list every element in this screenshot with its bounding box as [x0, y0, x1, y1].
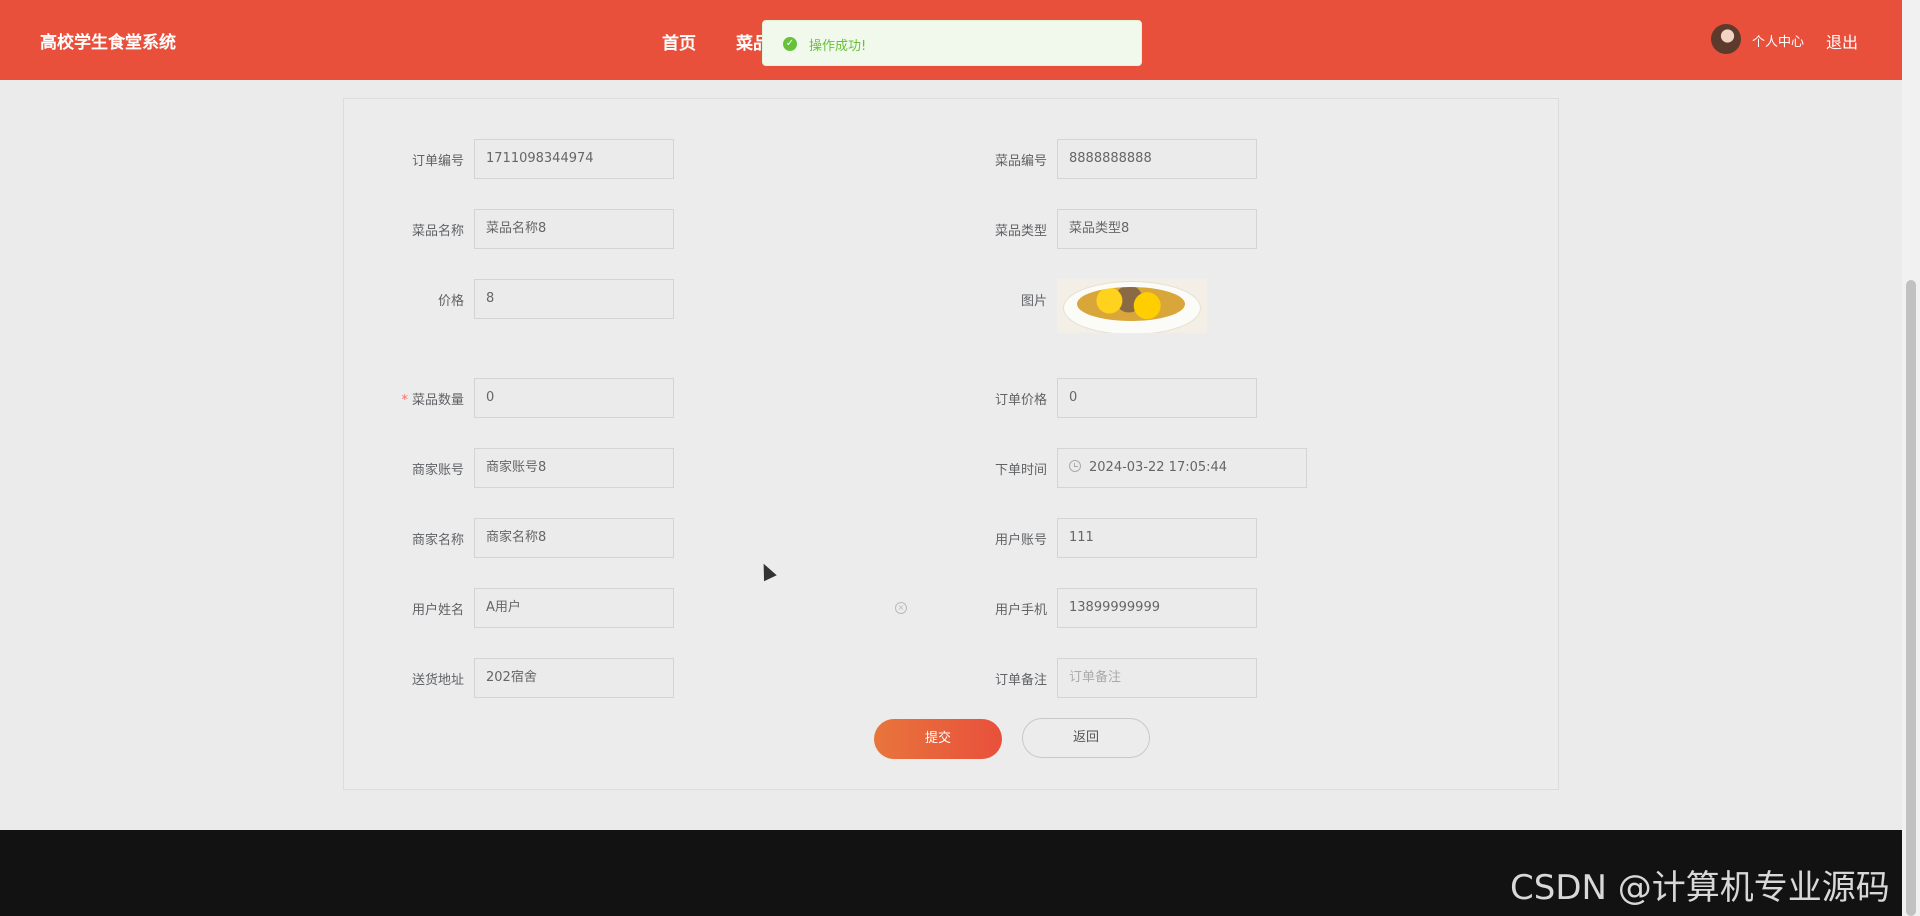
toast-message: 操作成功!: [809, 39, 867, 54]
quantity-input[interactable]: 0: [474, 378, 674, 418]
user-name-label: 用户姓名: [411, 603, 464, 618]
food-graphic: [1077, 287, 1185, 321]
dish-type-input[interactable]: 菜品类型8: [1057, 209, 1257, 249]
user-account-label: 用户账号: [994, 533, 1047, 548]
quantity-label: * 菜品数量: [344, 389, 464, 408]
remark-label: 订单备注: [994, 673, 1047, 688]
order-time-label: 下单时间: [994, 463, 1047, 478]
clock-icon: [1069, 460, 1081, 472]
required-mark: *: [401, 393, 408, 408]
dish-name-input[interactable]: 菜品名称8: [474, 209, 674, 249]
merchant-name-input[interactable]: 商家名称8: [474, 518, 674, 558]
merchant-account-input[interactable]: 商家账号8: [474, 448, 674, 488]
order-time-picker[interactable]: 2024-03-22 17:05:44: [1057, 448, 1307, 488]
dish-image[interactable]: [1057, 279, 1207, 333]
check-circle-icon: ✓: [783, 37, 797, 51]
dish-type-label: 菜品类型: [994, 224, 1047, 239]
back-button[interactable]: 返回: [1022, 718, 1150, 758]
dish-no-label: 菜品编号: [994, 154, 1047, 169]
scrollbar-thumb[interactable]: [1906, 280, 1916, 916]
success-toast: ✓ 操作成功!: [762, 20, 1142, 66]
nav-home[interactable]: 首页: [662, 29, 696, 54]
logout-link[interactable]: 退出: [1826, 29, 1858, 53]
user-phone-input[interactable]: 13899999999: [1057, 588, 1257, 628]
clear-icon[interactable]: ×: [895, 602, 907, 614]
page-scrollbar[interactable]: [1902, 0, 1920, 916]
price-label: 价格: [437, 294, 464, 309]
quantity-label-text: 菜品数量: [411, 393, 464, 408]
watermark: CSDN @计算机专业源码: [1510, 868, 1890, 908]
order-price-input[interactable]: 0: [1057, 378, 1257, 418]
user-center-link[interactable]: 个人中心: [1752, 31, 1804, 50]
remark-input[interactable]: 订单备注: [1057, 658, 1257, 698]
address-input[interactable]: 202宿舍: [474, 658, 674, 698]
dish-no-input[interactable]: 8888888888: [1057, 139, 1257, 179]
price-input[interactable]: 8: [474, 279, 674, 319]
avatar[interactable]: [1711, 24, 1741, 54]
image-label: 图片: [1020, 294, 1047, 309]
address-label: 送货地址: [411, 673, 464, 688]
merchant-account-label: 商家账号: [411, 463, 464, 478]
order-time-value: 2024-03-22 17:05:44: [1089, 460, 1228, 475]
user-phone-label: 用户手机: [994, 603, 1047, 618]
user-account-input[interactable]: 111: [1057, 518, 1257, 558]
site-title: 高校学生食堂系统: [40, 33, 176, 53]
submit-button[interactable]: 提交: [874, 719, 1002, 759]
user-name-input[interactable]: A用户: [474, 588, 674, 628]
order-price-label: 订单价格: [994, 393, 1047, 408]
merchant-name-label: 商家名称: [411, 533, 464, 548]
order-no-input[interactable]: 1711098344974: [474, 139, 674, 179]
order-no-label: 订单编号: [411, 154, 464, 169]
dish-name-label: 菜品名称: [411, 224, 464, 239]
